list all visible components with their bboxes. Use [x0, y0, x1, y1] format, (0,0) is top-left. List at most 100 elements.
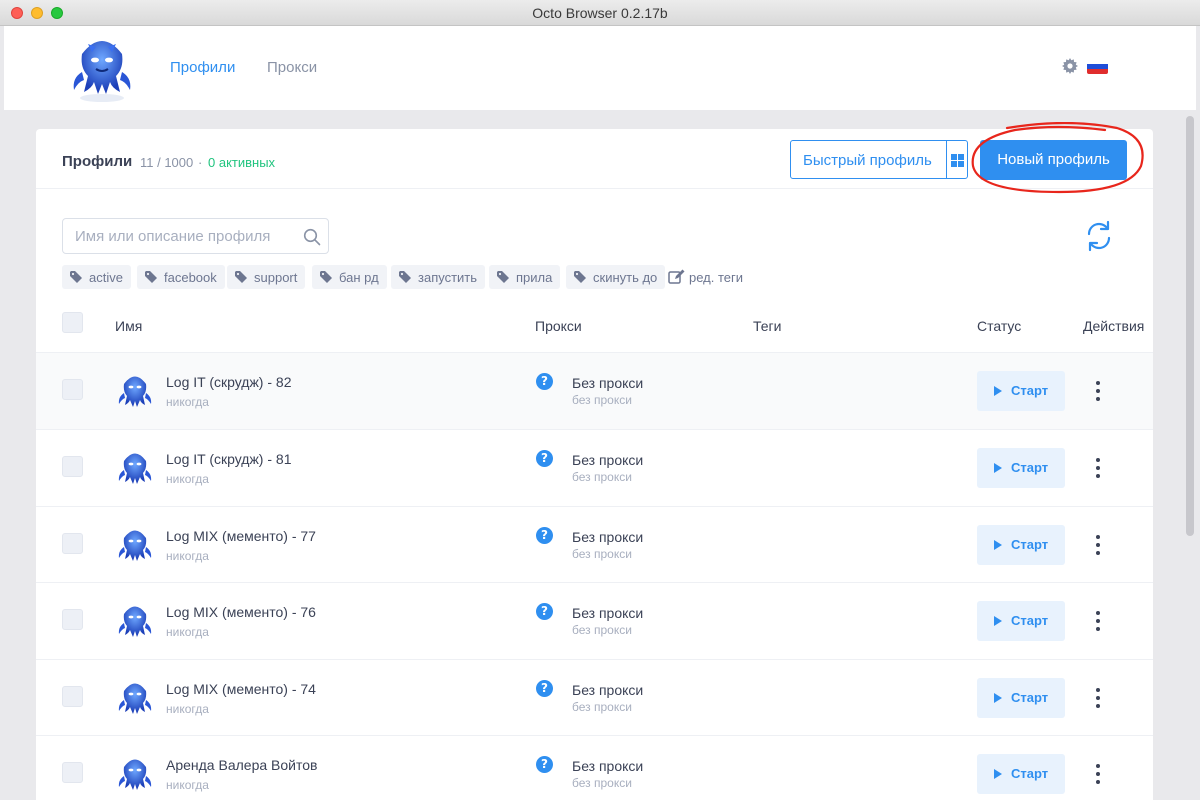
start-button[interactable]: Старт [977, 678, 1065, 718]
start-label: Старт [1011, 460, 1049, 475]
start-button[interactable]: Старт [977, 371, 1065, 411]
tab-proxies[interactable]: Прокси [267, 59, 317, 76]
proxy-name: Без прокси [572, 529, 644, 545]
more-actions-icon[interactable] [1092, 762, 1104, 786]
row-checkbox[interactable] [62, 379, 83, 400]
refresh-icon[interactable] [1084, 219, 1114, 253]
start-label: Старт [1011, 766, 1049, 781]
more-actions-icon[interactable] [1092, 686, 1104, 710]
row-checkbox[interactable] [62, 456, 83, 477]
profile-avatar-icon [118, 606, 152, 637]
play-icon [994, 693, 1002, 703]
proxy-detail: без прокси [572, 470, 632, 484]
column-header-proxy[interactable]: Прокси [535, 318, 582, 334]
profile-name[interactable]: Log IT (скрудж) - 81 [166, 451, 292, 467]
table-header: Имя Прокси Теги Статус Действия [36, 306, 1153, 352]
tag-filter-ban-rd[interactable]: бан рд [312, 265, 387, 289]
profile-name[interactable]: Log MIX (мементо) - 76 [166, 604, 316, 620]
profile-avatar-icon [118, 453, 152, 484]
start-button[interactable]: Старт [977, 754, 1065, 794]
profile-avatar-icon [118, 683, 152, 714]
more-actions-icon[interactable] [1092, 379, 1104, 403]
profile-name[interactable]: Аренда Валера Войтов [166, 757, 317, 773]
proxy-name: Без прокси [572, 375, 644, 391]
column-header-status[interactable]: Статус [977, 318, 1021, 334]
edit-tags-label: ред. теги [689, 270, 744, 285]
proxy-name: Без прокси [572, 682, 644, 698]
windows-os-icon[interactable] [951, 154, 964, 167]
play-icon [994, 463, 1002, 473]
table-row[interactable]: Log MIX (мементо) - 74 никогда ? Без про… [36, 659, 1153, 736]
tag-filter-facebook[interactable]: facebook [137, 265, 225, 289]
tag-filter-active[interactable]: active [62, 265, 131, 289]
table-row[interactable]: Log IT (скрудж) - 82 никогда ? Без прокс… [36, 352, 1153, 429]
row-checkbox[interactable] [62, 686, 83, 707]
search-box [62, 218, 329, 254]
more-actions-icon[interactable] [1092, 533, 1104, 557]
play-icon [994, 540, 1002, 550]
tag-label: прила [516, 270, 553, 285]
column-header-name[interactable]: Имя [115, 318, 142, 334]
table-row[interactable]: Log IT (скрудж) - 81 никогда ? Без прокс… [36, 429, 1153, 506]
proxy-help-icon[interactable]: ? [536, 603, 553, 620]
proxy-help-icon[interactable]: ? [536, 680, 553, 697]
profiles-count: 11 / 1000 [140, 155, 194, 170]
row-checkbox[interactable] [62, 533, 83, 554]
profile-last-run: никогда [166, 549, 209, 563]
proxy-detail: без прокси [572, 393, 632, 407]
more-actions-icon[interactable] [1092, 609, 1104, 633]
tag-filter-launch[interactable]: запустить [391, 265, 486, 289]
active-profiles-count: 0 активных [208, 155, 276, 170]
proxy-help-icon[interactable]: ? [536, 450, 553, 467]
start-button[interactable]: Старт [977, 448, 1065, 488]
profile-name[interactable]: Log MIX (мементо) - 74 [166, 681, 316, 697]
profile-last-run: никогда [166, 778, 209, 792]
search-input[interactable] [75, 228, 295, 245]
tag-label: запустить [418, 270, 478, 285]
proxy-name: Без прокси [572, 605, 644, 621]
profile-name[interactable]: Log IT (скрудж) - 82 [166, 374, 292, 390]
proxy-help-icon[interactable]: ? [536, 756, 553, 773]
row-checkbox[interactable] [62, 609, 83, 630]
proxy-help-icon[interactable]: ? [536, 373, 553, 390]
tag-label: бан рд [339, 270, 379, 285]
button-divider [946, 141, 947, 178]
language-flag-icon[interactable] [1087, 59, 1108, 74]
scrollbar-thumb[interactable] [1186, 116, 1194, 536]
tag-filter-prila[interactable]: прила [489, 265, 561, 289]
table-row[interactable]: Аренда Валера Войтов никогда ? Без прокс… [36, 735, 1153, 800]
row-checkbox[interactable] [62, 762, 83, 783]
start-button[interactable]: Старт [977, 525, 1065, 565]
octopus-logo-icon [73, 41, 131, 102]
tag-icon [497, 271, 509, 283]
table-row[interactable]: Log MIX (мементо) - 77 никогда ? Без про… [36, 506, 1153, 583]
proxy-detail: без прокси [572, 547, 632, 561]
more-actions-icon[interactable] [1092, 456, 1104, 480]
start-button[interactable]: Старт [977, 601, 1065, 641]
window-titlebar: Octo Browser 0.2.17b [0, 0, 1200, 26]
tag-icon [399, 271, 411, 283]
proxy-detail: без прокси [572, 700, 632, 714]
play-icon [994, 616, 1002, 626]
table-row[interactable]: Log MIX (мементо) - 76 никогда ? Без про… [36, 582, 1153, 659]
annotation-circle [971, 122, 1144, 194]
search-icon[interactable] [303, 228, 321, 246]
profile-avatar-icon [118, 530, 152, 561]
quick-profile-label: Быстрый профиль [803, 152, 932, 169]
profile-last-run: никогда [166, 702, 209, 716]
select-all-checkbox[interactable] [62, 312, 83, 333]
tag-filter-skinut-do[interactable]: скинуть до [566, 265, 666, 289]
tab-profiles[interactable]: Профили [170, 59, 235, 76]
play-icon [994, 386, 1002, 396]
tag-filter-support[interactable]: support [227, 265, 306, 289]
quick-profile-button[interactable]: Быстрый профиль [790, 140, 968, 179]
tag-label: support [254, 270, 298, 285]
column-header-tags[interactable]: Теги [753, 318, 781, 334]
proxy-name: Без прокси [572, 452, 644, 468]
gear-icon[interactable] [1062, 58, 1078, 74]
window-title: Octo Browser 0.2.17b [532, 5, 668, 21]
profile-name[interactable]: Log MIX (мементо) - 77 [166, 528, 316, 544]
edit-tags-button[interactable]: ред. теги [668, 265, 743, 289]
proxy-help-icon[interactable]: ? [536, 527, 553, 544]
profiles-toolbar: Профили 11 / 1000 · 0 активных Быстрый п… [36, 122, 1153, 194]
